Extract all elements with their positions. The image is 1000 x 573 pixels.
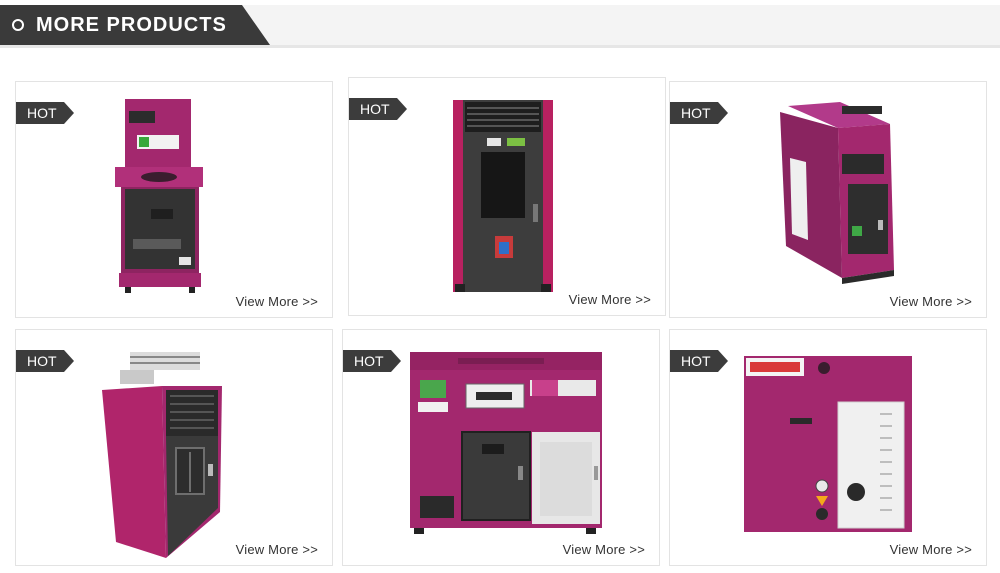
section-header-underline (0, 45, 1000, 48)
product-card[interactable]: HOT View More >> (348, 77, 666, 316)
circle-icon (12, 19, 24, 31)
view-more-link[interactable]: View More >> (236, 294, 318, 309)
product-image-pellet-stove (102, 352, 222, 558)
product-card[interactable]: HOT View More >> (342, 329, 660, 566)
section-title: MORE PRODUCTS (36, 13, 227, 36)
view-more-link[interactable]: View More >> (569, 292, 651, 307)
view-more-link[interactable]: View More >> (890, 542, 972, 557)
hot-badge: HOT (343, 350, 401, 372)
view-more-link[interactable]: View More >> (236, 542, 318, 557)
section-header: MORE PRODUCTS (0, 5, 270, 45)
hot-badge: HOT (16, 350, 74, 372)
product-image-pellet-stove (115, 99, 203, 293)
view-more-link[interactable]: View More >> (890, 294, 972, 309)
product-card[interactable]: HOT View More >> (15, 329, 333, 566)
hot-badge: HOT (670, 102, 728, 124)
product-image-boiler-panel (744, 356, 912, 532)
hot-badge: HOT (670, 350, 728, 372)
product-image-pellet-stove (453, 100, 553, 292)
product-card[interactable]: HOT View More >> (669, 329, 987, 566)
product-image-pellet-boiler (780, 102, 894, 284)
view-more-link[interactable]: View More >> (563, 542, 645, 557)
product-image-pellet-boiler (410, 352, 602, 534)
hot-badge: HOT (16, 102, 74, 124)
product-card[interactable]: HOT View More >> (15, 81, 333, 318)
product-card[interactable]: HOT View More >> (669, 81, 987, 318)
hot-badge: HOT (349, 98, 407, 120)
